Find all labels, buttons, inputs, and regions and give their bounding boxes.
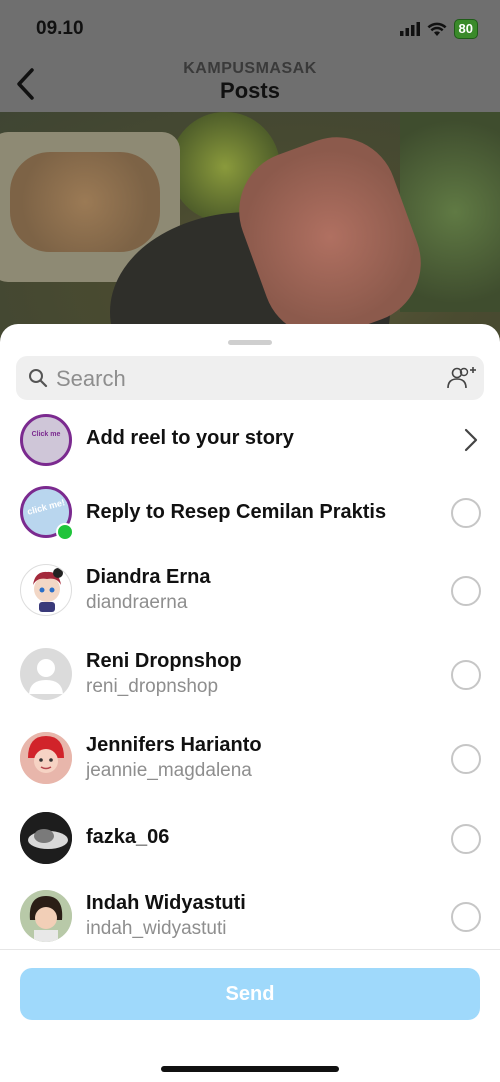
- reply-label: Reply to Resep Cemilan Praktis: [86, 501, 387, 523]
- select-radio[interactable]: [451, 660, 481, 690]
- sheet-handle[interactable]: [228, 340, 272, 345]
- contact-name: Reni Dropnshop: [86, 650, 242, 672]
- select-radio[interactable]: [451, 744, 481, 774]
- avatar: [20, 890, 72, 942]
- status-time: 09.10: [36, 18, 84, 39]
- battery-icon: 80: [453, 19, 478, 39]
- search-icon: [29, 369, 48, 388]
- avatar: [20, 648, 72, 700]
- contact-username: reni_dropnshop: [86, 676, 219, 697]
- search-bar[interactable]: Search: [16, 356, 484, 400]
- add-to-story-label: Add reel to your story: [86, 427, 294, 449]
- contact-row[interactable]: Reni Dropnshop reni_dropnshop: [0, 648, 500, 728]
- contact-username: jeannie_magdalena: [86, 760, 252, 781]
- contact-name: Diandra Erna: [86, 566, 211, 588]
- contact-row[interactable]: fazka_06: [0, 812, 500, 892]
- home-indicator: [161, 1066, 339, 1072]
- page-title: Posts: [220, 78, 280, 103]
- divider: [0, 949, 500, 950]
- contact-row[interactable]: Indah Widyastuti indah_widyastuti: [0, 890, 500, 970]
- post-image: [0, 112, 500, 352]
- search-input[interactable]: Search: [56, 366, 126, 392]
- avatar: [20, 812, 72, 864]
- add-people-icon[interactable]: [446, 366, 476, 390]
- signal-icon: [399, 22, 420, 36]
- chevron-right-icon: [464, 428, 478, 452]
- story-avatar: Click me: [20, 414, 72, 466]
- status-icons: 80: [399, 19, 478, 39]
- contact-name: Jennifers Harianto: [86, 734, 262, 756]
- add-to-story-row[interactable]: Click me Add reel to your story: [0, 400, 500, 480]
- select-radio[interactable]: [451, 902, 481, 932]
- account-name: KAMPUSMASAK: [183, 60, 317, 77]
- contact-row[interactable]: Jennifers Harianto jeannie_magdalena: [0, 732, 500, 812]
- contact-username: diandraerna: [86, 592, 188, 613]
- online-indicator: [56, 523, 74, 541]
- select-radio[interactable]: [451, 824, 481, 854]
- nav-bar: KAMPUSMASAK Posts: [0, 58, 500, 112]
- wifi-icon: [427, 22, 447, 36]
- select-radio[interactable]: [451, 576, 481, 606]
- select-radio[interactable]: [451, 498, 481, 528]
- avatar: [20, 732, 72, 784]
- reply-row[interactable]: click me! Reply to Resep Cemilan Praktis: [0, 484, 500, 564]
- contact-row[interactable]: Diandra Erna diandraerna: [0, 564, 500, 644]
- avatar: [20, 564, 72, 616]
- contact-name: fazka_06: [86, 826, 170, 848]
- send-button[interactable]: Send: [20, 968, 480, 1020]
- status-bar: 09.10 80: [0, 0, 500, 58]
- contact-name: Indah Widyastuti: [86, 892, 246, 914]
- share-sheet: Search Click me Add reel to your story c…: [0, 324, 500, 1082]
- contact-username: indah_widyastuti: [86, 918, 227, 939]
